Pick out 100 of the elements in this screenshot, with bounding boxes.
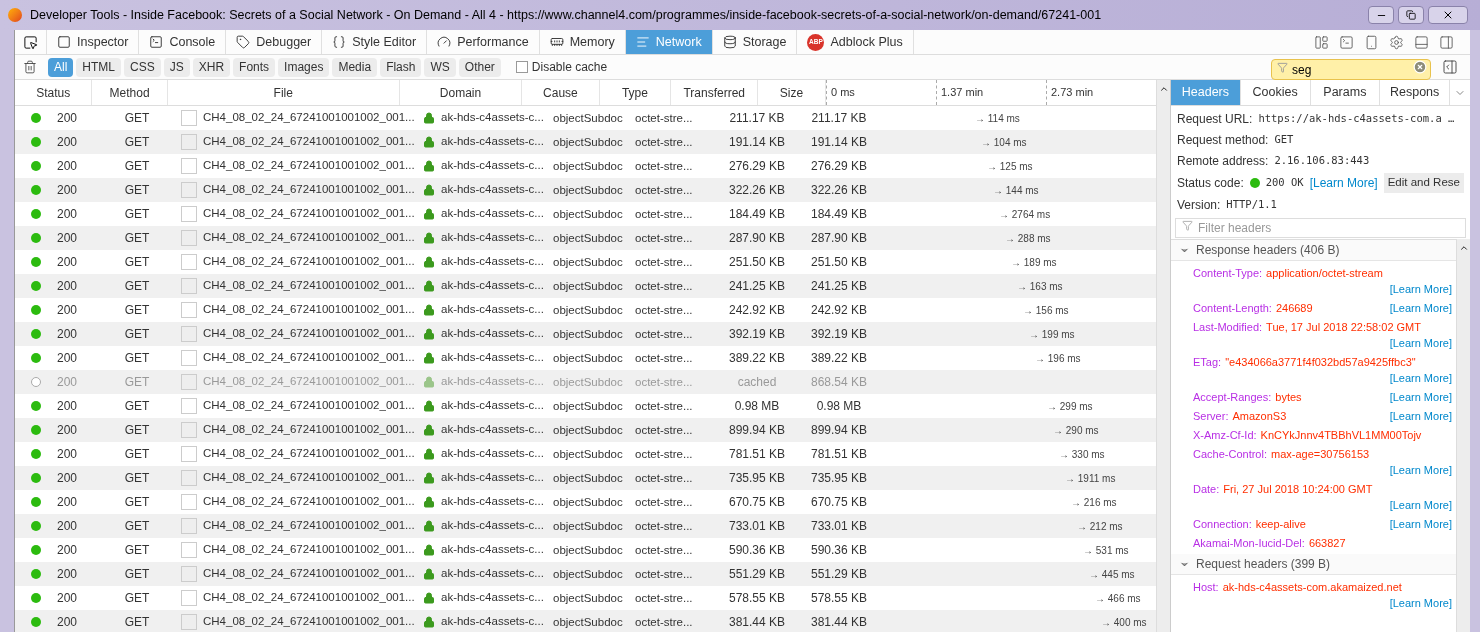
size-cell: 276.29 KB <box>810 159 867 173</box>
section-header[interactable]: Request headers (399 B) <box>1171 554 1456 575</box>
timing-label: → 531 ms <box>1083 544 1129 558</box>
layout-icon[interactable] <box>1314 34 1329 50</box>
lock-icon <box>423 136 435 148</box>
section-title: Request headers (399 B) <box>1196 556 1331 573</box>
details-tab[interactable]: Params <box>1310 80 1381 105</box>
scroll-up-icon[interactable] <box>1458 243 1469 253</box>
header-name: Server: <box>1193 408 1229 424</box>
toolbox-tab[interactable]: Storage <box>712 30 798 54</box>
filter-button[interactable]: Other <box>458 57 501 77</box>
learn-more-link[interactable]: [Learn More] <box>1349 515 1452 532</box>
edit-resend-button[interactable]: Edit and Rese <box>1383 172 1464 193</box>
network-icon <box>635 35 650 49</box>
column-header[interactable]: Cause <box>543 83 578 102</box>
filter-button[interactable]: Images <box>278 57 330 77</box>
size-cell: 242.92 KB <box>810 303 867 317</box>
toolbox-tab[interactable]: Debugger <box>226 30 323 54</box>
filter-button[interactable]: HTML <box>76 57 121 77</box>
filter-button[interactable]: JS <box>163 57 190 77</box>
table-row[interactable]: 200 GET CH4_08_02_24_67241001001002_001... ak-hds-c4assets-c... objectSubdoc octet-stre... 287.90 KB 287.90 KB → 288 ms <box>15 226 1156 250</box>
trash-icon[interactable] <box>23 60 37 74</box>
table-row[interactable]: 200 GET CH4_08_02_24_67241001001002_001... ak-hds-c4assets-c... objectSubdoc octet-stre... 735.95 KB 735.95 KB → 1911 ms <box>15 466 1156 490</box>
learn-more-link[interactable]: [Learn More] <box>1349 280 1452 297</box>
transferred-cell: 0.98 MB <box>734 399 780 413</box>
details-tab[interactable]: Cookies <box>1240 80 1311 105</box>
filter-button[interactable]: Flash <box>380 57 422 77</box>
timing-label: → 104 ms <box>981 136 1027 150</box>
summary-value: 200 OK <box>1265 174 1304 190</box>
dock-bottom-icon[interactable] <box>1414 34 1429 50</box>
url-filter-field[interactable]: seg <box>1271 59 1431 80</box>
filter-button[interactable]: Media <box>332 57 378 77</box>
scroll-up-icon[interactable] <box>1158 84 1169 94</box>
learn-more-link[interactable]: [Learn More] <box>1349 461 1452 478</box>
column-header[interactable]: Type <box>621 83 648 102</box>
phone-icon[interactable] <box>1364 34 1379 50</box>
toggle-sidebar-icon[interactable] <box>1442 59 1458 75</box>
details-tab[interactable]: Respons <box>1380 80 1450 105</box>
learn-more-link[interactable]: [Learn More] <box>1349 388 1452 405</box>
column-header[interactable]: Status <box>36 83 71 102</box>
file-cell-text: CH4_08_02_24_67241001001002_001... <box>203 326 415 342</box>
learn-more-link[interactable]: [Learn More] <box>1349 299 1452 316</box>
header-name: Connection: <box>1193 516 1252 532</box>
size-cell: 191.14 KB <box>810 135 867 149</box>
method-cell: GET <box>124 255 150 269</box>
file-cell-text: CH4_08_02_24_67241001001002_001... <box>203 446 415 462</box>
toolbox-tab[interactable]: Performance <box>427 30 540 54</box>
table-row[interactable]: 200 GET CH4_08_02_24_67241001001002_001... ak-hds-c4assets-c... objectSubdoc octet-stre... 899.94 KB 899.94 KB → 290 ms <box>15 418 1156 442</box>
filter-button[interactable]: CSS <box>124 57 161 77</box>
file-thumbnail-icon <box>181 470 197 486</box>
clear-icon[interactable] <box>1413 60 1427 74</box>
toolbox-tab[interactable]: Console <box>139 30 227 54</box>
maximize-button[interactable] <box>1398 6 1424 24</box>
column-header[interactable]: Transferred <box>683 83 745 102</box>
scrollbar[interactable] <box>1456 239 1470 632</box>
scrollbar[interactable] <box>1156 80 1170 632</box>
file-cell-text: CH4_08_02_24_67241001001002_001... <box>203 278 415 294</box>
filter-button[interactable]: XHR <box>192 57 231 77</box>
method-cell: GET <box>124 495 150 509</box>
filter-button[interactable]: WS <box>424 57 456 77</box>
section-header[interactable]: Response headers (406 B) <box>1171 240 1456 261</box>
filter-button[interactable]: Fonts <box>233 57 276 77</box>
cause-cell: objectSubdoc <box>553 159 623 172</box>
column-header[interactable]: Domain <box>439 83 482 102</box>
transferred-cell: 389.22 KB <box>728 351 785 365</box>
disable-cache-checkbox[interactable] <box>515 61 528 73</box>
table-row[interactable]: 200 GET CH4_08_02_24_67241001001002_001... ak-hds-c4assets-c... objectSubdoc octet-stre... 733.01 KB 733.01 KB → 212 ms <box>15 514 1156 538</box>
table-row[interactable]: 200 GET CH4_08_02_24_67241001001002_001... ak-hds-c4assets-c... objectSubdoc octet-stre... 392.19 KB 392.19 KB → 199 ms <box>15 322 1156 346</box>
cause-cell: objectSubdoc <box>553 423 623 436</box>
table-row[interactable]: 200 GET CH4_08_02_24_67241001001002_001... ak-hds-c4assets-c... objectSubdoc octet-stre... 241.25 KB 241.25 KB → 163 ms <box>15 274 1156 298</box>
console-icon[interactable] <box>1339 34 1354 50</box>
column-header[interactable]: Method <box>109 83 150 102</box>
settings-icon[interactable] <box>1389 34 1404 50</box>
domain-cell-text: ak-hds-c4assets-c... <box>441 278 544 294</box>
type-cell: octet-stre... <box>635 615 693 628</box>
learn-more-link[interactable]: [Learn More] <box>1349 407 1452 424</box>
table-row[interactable]: 200 GET CH4_08_02_24_67241001001002_001... ak-hds-c4assets-c... objectSubdoc octet-stre... 381.44 KB 381.44 KB → 400 ms <box>15 610 1156 632</box>
status-cell-text: 200 <box>57 350 78 367</box>
header-value: "e434066a3771f4f032bd57a9425ffbc3" <box>1225 354 1416 370</box>
timing-label: → 466 ms <box>1095 592 1141 606</box>
column-header[interactable]: Size <box>779 83 804 102</box>
table-row[interactable]: 200 GET CH4_08_02_24_67241001001002_001... ak-hds-c4assets-c... objectSubdoc octet-stre... 551.29 KB 551.29 KB → 445 ms <box>15 562 1156 586</box>
column-header[interactable]: File <box>273 83 293 102</box>
domain-cell-text: ak-hds-c4assets-c... <box>441 566 544 582</box>
learn-more-link[interactable]: [Learn More] <box>1349 369 1452 386</box>
toolbox-tab[interactable]: Memory <box>539 30 626 54</box>
toolbox-tab[interactable]: Style Editor <box>322 30 428 54</box>
learn-more-link[interactable]: [Learn More] <box>1309 173 1378 192</box>
filter-headers-field[interactable]: Filter headers <box>1175 218 1466 238</box>
timing-label: → 290 ms <box>1053 424 1099 438</box>
table-row[interactable]: 200 GET CH4_08_02_24_67241001001002_001... ak-hds-c4assets-c... objectSubdoc octet-stre... 322.26 KB 322.26 KB → 144 ms <box>15 178 1156 202</box>
style-icon <box>332 35 347 49</box>
table-row[interactable]: 200 GET CH4_08_02_24_67241001001002_001... ak-hds-c4assets-c... objectSubdoc octet-stre... 191.14 KB 191.14 KB → 104 ms <box>15 130 1156 154</box>
toolbox-tab[interactable]: Inspector <box>47 30 140 54</box>
learn-more-link[interactable]: [Learn More] <box>1349 496 1452 513</box>
learn-more-link[interactable]: [Learn More] <box>1349 334 1452 351</box>
dock-side-icon[interactable] <box>1439 34 1454 50</box>
type-cell: octet-stre... <box>635 255 693 268</box>
timing-label: → 288 ms <box>1005 232 1051 246</box>
learn-more-link[interactable]: [Learn More] <box>1349 594 1452 611</box>
